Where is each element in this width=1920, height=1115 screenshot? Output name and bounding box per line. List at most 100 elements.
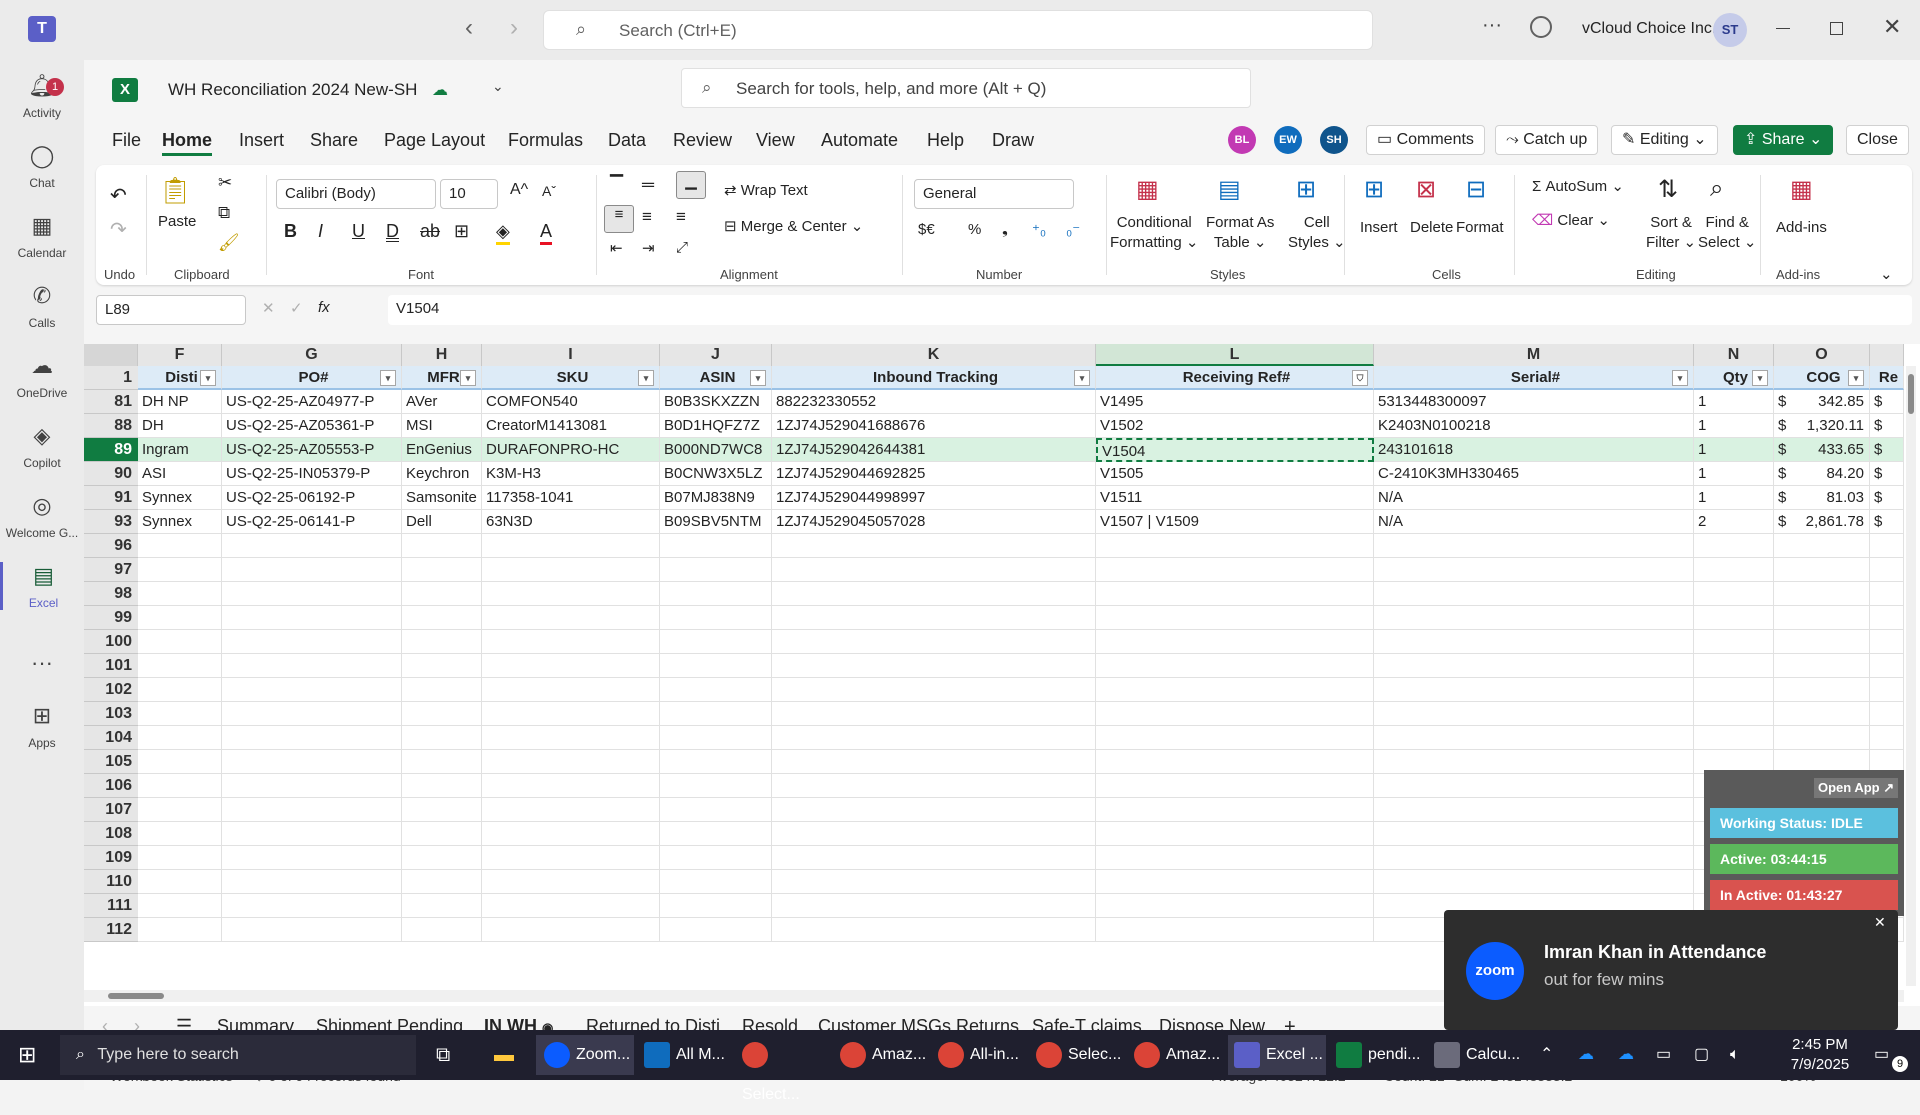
table-cell[interactable]: Ingram xyxy=(138,438,222,462)
taskbar-app-excel[interactable]: pendi... xyxy=(1332,1035,1424,1075)
table-cell[interactable]: V1502 xyxy=(1096,414,1374,438)
empty-cell[interactable] xyxy=(222,822,402,846)
empty-cell[interactable] xyxy=(1096,846,1374,870)
row-header[interactable]: 97 xyxy=(84,558,138,582)
format-as-table-button[interactable]: Format As Table ⌄ xyxy=(1206,213,1274,253)
table-cell[interactable]: DH xyxy=(138,414,222,438)
currency-icon[interactable]: $€ xyxy=(918,221,935,238)
taskbar-search[interactable]: ⌕ Type here to search xyxy=(60,1035,416,1075)
empty-cell[interactable] xyxy=(222,678,402,702)
number-format-select[interactable]: General xyxy=(914,179,1074,209)
strikethrough-icon[interactable]: ab xyxy=(420,221,440,242)
table-cell[interactable]: US-Q2-25-AZ05553-P xyxy=(222,438,402,462)
row-header[interactable]: 98 xyxy=(84,582,138,606)
empty-cell[interactable] xyxy=(402,558,482,582)
empty-cell[interactable] xyxy=(138,630,222,654)
empty-cell[interactable] xyxy=(1374,750,1694,774)
table-cell[interactable]: V1505 xyxy=(1096,462,1374,486)
editing-mode-button[interactable]: ✎ Editing ⌄ xyxy=(1611,125,1718,155)
empty-cell[interactable] xyxy=(772,894,1096,918)
empty-cell[interactable] xyxy=(660,726,772,750)
find-select-button[interactable]: Find & Select ⌄ xyxy=(1698,213,1756,253)
table-cell[interactable]: 2 xyxy=(1694,510,1774,534)
open-app-link[interactable]: Open App ↗ xyxy=(1814,778,1899,798)
empty-cell[interactable] xyxy=(222,870,402,894)
table-header-cell[interactable]: Disti ▾ xyxy=(138,366,222,390)
table-cell[interactable]: $ xyxy=(1870,462,1904,486)
row-header[interactable]: 99 xyxy=(84,606,138,630)
empty-cell[interactable] xyxy=(660,702,772,726)
menu-home[interactable]: Home xyxy=(162,130,213,156)
empty-cell[interactable] xyxy=(222,654,402,678)
empty-cell[interactable] xyxy=(1096,798,1374,822)
collapse-ribbon-icon[interactable]: ⌄ xyxy=(1880,265,1893,283)
empty-cell[interactable] xyxy=(482,822,660,846)
empty-cell[interactable] xyxy=(402,702,482,726)
empty-cell[interactable] xyxy=(1774,702,1870,726)
empty-cell[interactable] xyxy=(1774,558,1870,582)
table-cell[interactable]: 1 xyxy=(1694,462,1774,486)
empty-cell[interactable] xyxy=(660,558,772,582)
h-scroll-thumb[interactable] xyxy=(108,993,164,999)
table-cell[interactable]: 1ZJ74J529042644381 xyxy=(772,438,1096,462)
insert-function-icon[interactable]: fx xyxy=(318,299,330,316)
empty-cell[interactable] xyxy=(660,630,772,654)
task-view-icon[interactable]: ⧉ xyxy=(436,1035,450,1075)
table-cell[interactable]: B07MJ838N9 xyxy=(660,486,772,510)
menu-file[interactable]: File xyxy=(112,130,141,151)
empty-cell[interactable] xyxy=(402,606,482,630)
shrink-font-icon[interactable]: Aˇ xyxy=(542,183,556,199)
empty-cell[interactable] xyxy=(1374,822,1694,846)
empty-cell[interactable] xyxy=(138,678,222,702)
empty-cell[interactable] xyxy=(772,654,1096,678)
empty-cell[interactable] xyxy=(772,726,1096,750)
empty-cell[interactable] xyxy=(402,534,482,558)
empty-cell[interactable] xyxy=(482,534,660,558)
table-cell[interactable]: 117358-1041 xyxy=(482,486,660,510)
empty-cell[interactable] xyxy=(1870,630,1904,654)
table-cell[interactable]: B0D1HQFZ7Z xyxy=(660,414,772,438)
empty-cell[interactable] xyxy=(402,630,482,654)
collab-avatar[interactable]: EW xyxy=(1274,126,1302,154)
table-cell[interactable]: US-Q2-25-AZ04977-P xyxy=(222,390,402,414)
rail-chat[interactable]: ◯ Chat xyxy=(0,142,84,190)
notification-center-icon[interactable]: ▭ xyxy=(1874,1035,1889,1075)
more-apps-icon[interactable]: ··· xyxy=(0,650,84,676)
taskbar-app-chrome-3[interactable]: All-in... xyxy=(934,1035,1026,1075)
row-header[interactable]: 81 xyxy=(84,390,138,414)
table-cell[interactable]: B0CNW3X5LZ xyxy=(660,462,772,486)
empty-cell[interactable] xyxy=(138,822,222,846)
table-cell[interactable]: Dell xyxy=(402,510,482,534)
row-header[interactable]: 111 xyxy=(84,894,138,918)
filter-dropdown-icon[interactable]: ▾ xyxy=(460,370,476,386)
empty-cell[interactable] xyxy=(402,822,482,846)
insert-cells-icon[interactable]: ⊞ xyxy=(1364,175,1384,204)
column-header[interactable]: G xyxy=(222,344,402,366)
menu-review[interactable]: Review xyxy=(673,130,732,151)
addins-icon[interactable]: ▦ xyxy=(1790,175,1813,204)
empty-cell[interactable] xyxy=(660,678,772,702)
empty-cell[interactable] xyxy=(482,678,660,702)
column-header[interactable]: I xyxy=(482,344,660,366)
empty-cell[interactable] xyxy=(222,534,402,558)
row-header[interactable]: 104 xyxy=(84,726,138,750)
filter-dropdown-icon[interactable]: ▾ xyxy=(380,370,396,386)
empty-cell[interactable] xyxy=(482,918,660,942)
column-header[interactable]: M xyxy=(1374,344,1694,366)
table-cell[interactable]: CreatorM1413081 xyxy=(482,414,660,438)
delete-cells-button[interactable]: Delete xyxy=(1410,219,1453,236)
row-header[interactable]: 90 xyxy=(84,462,138,486)
onedrive-tray-icon[interactable]: ☁︎ xyxy=(1578,1035,1594,1075)
empty-cell[interactable] xyxy=(772,750,1096,774)
table-cell[interactable]: ASI xyxy=(138,462,222,486)
empty-cell[interactable] xyxy=(222,846,402,870)
table-cell[interactable]: US-Q2-25-IN05379-P xyxy=(222,462,402,486)
row-header[interactable]: 108 xyxy=(84,822,138,846)
table-header-cell[interactable]: PO# ▾ xyxy=(222,366,402,390)
column-header[interactable] xyxy=(1870,344,1904,366)
taskbar-app-outlook[interactable]: All M... xyxy=(640,1035,732,1075)
format-cells-button[interactable]: Format xyxy=(1456,219,1504,236)
empty-cell[interactable] xyxy=(1374,678,1694,702)
table-cell[interactable]: 63N3D xyxy=(482,510,660,534)
tool-search-box[interactable]: ⌕ Search for tools, help, and more (Alt … xyxy=(681,68,1251,108)
